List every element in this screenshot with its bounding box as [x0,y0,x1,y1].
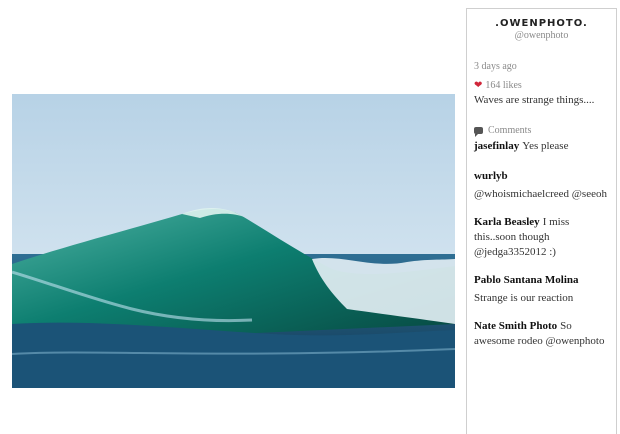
profile-header: .OWENPHOTO. @owenphoto [467,9,616,51]
comment: Karla Beasley I miss this..soon though @j… [474,215,610,260]
comments-label: Comments [488,125,532,136]
heart-icon[interactable]: ❤ [474,80,482,91]
likes-row[interactable]: ❤ 164 likes [474,80,610,91]
comment-author[interactable]: Pablo Santana Molina [474,273,607,288]
post-time: 3 days ago [474,61,517,72]
photo-area [0,0,467,434]
comment-bubble-icon [474,127,483,137]
comment: wurlyb @whoismichaelcreed @seeoh [474,169,610,202]
comments-list: jasefinlay Yes please wurlyb @whoismichael… [474,139,610,349]
comments-header: Comments [474,125,610,137]
likes-count: 164 likes [485,80,522,91]
comment-author[interactable]: Nate Smith Photo [474,320,557,332]
username[interactable]: .OWENPHOTO. [467,18,616,29]
comment-text: Strange is our reaction [474,292,574,304]
post-meta: 3 days ago ❤ 164 likes Waves are strange… [467,61,616,349]
post-caption: Waves are strange things.... [474,94,595,106]
comment-author[interactable]: wurlyb [474,169,607,184]
comment-author[interactable]: Karla Beasley [474,216,540,228]
comment: Nate Smith Photo So awesome rodeo @owenph… [474,319,610,349]
comment: jasefinlay Yes please [474,139,610,154]
user-handle[interactable]: @owenphoto [467,30,616,41]
comment-text: Yes please [522,140,569,152]
post-sidebar: .OWENPHOTO. @owenphoto 3 days ago ❤ 164 … [466,8,617,434]
comment-text: @whoismichaelcreed @seeoh [474,188,607,200]
post-photo[interactable] [12,94,455,388]
comment: Pablo Santana Molina Strange is our react… [474,273,610,306]
comment-author[interactable]: jasefinlay [474,140,519,152]
